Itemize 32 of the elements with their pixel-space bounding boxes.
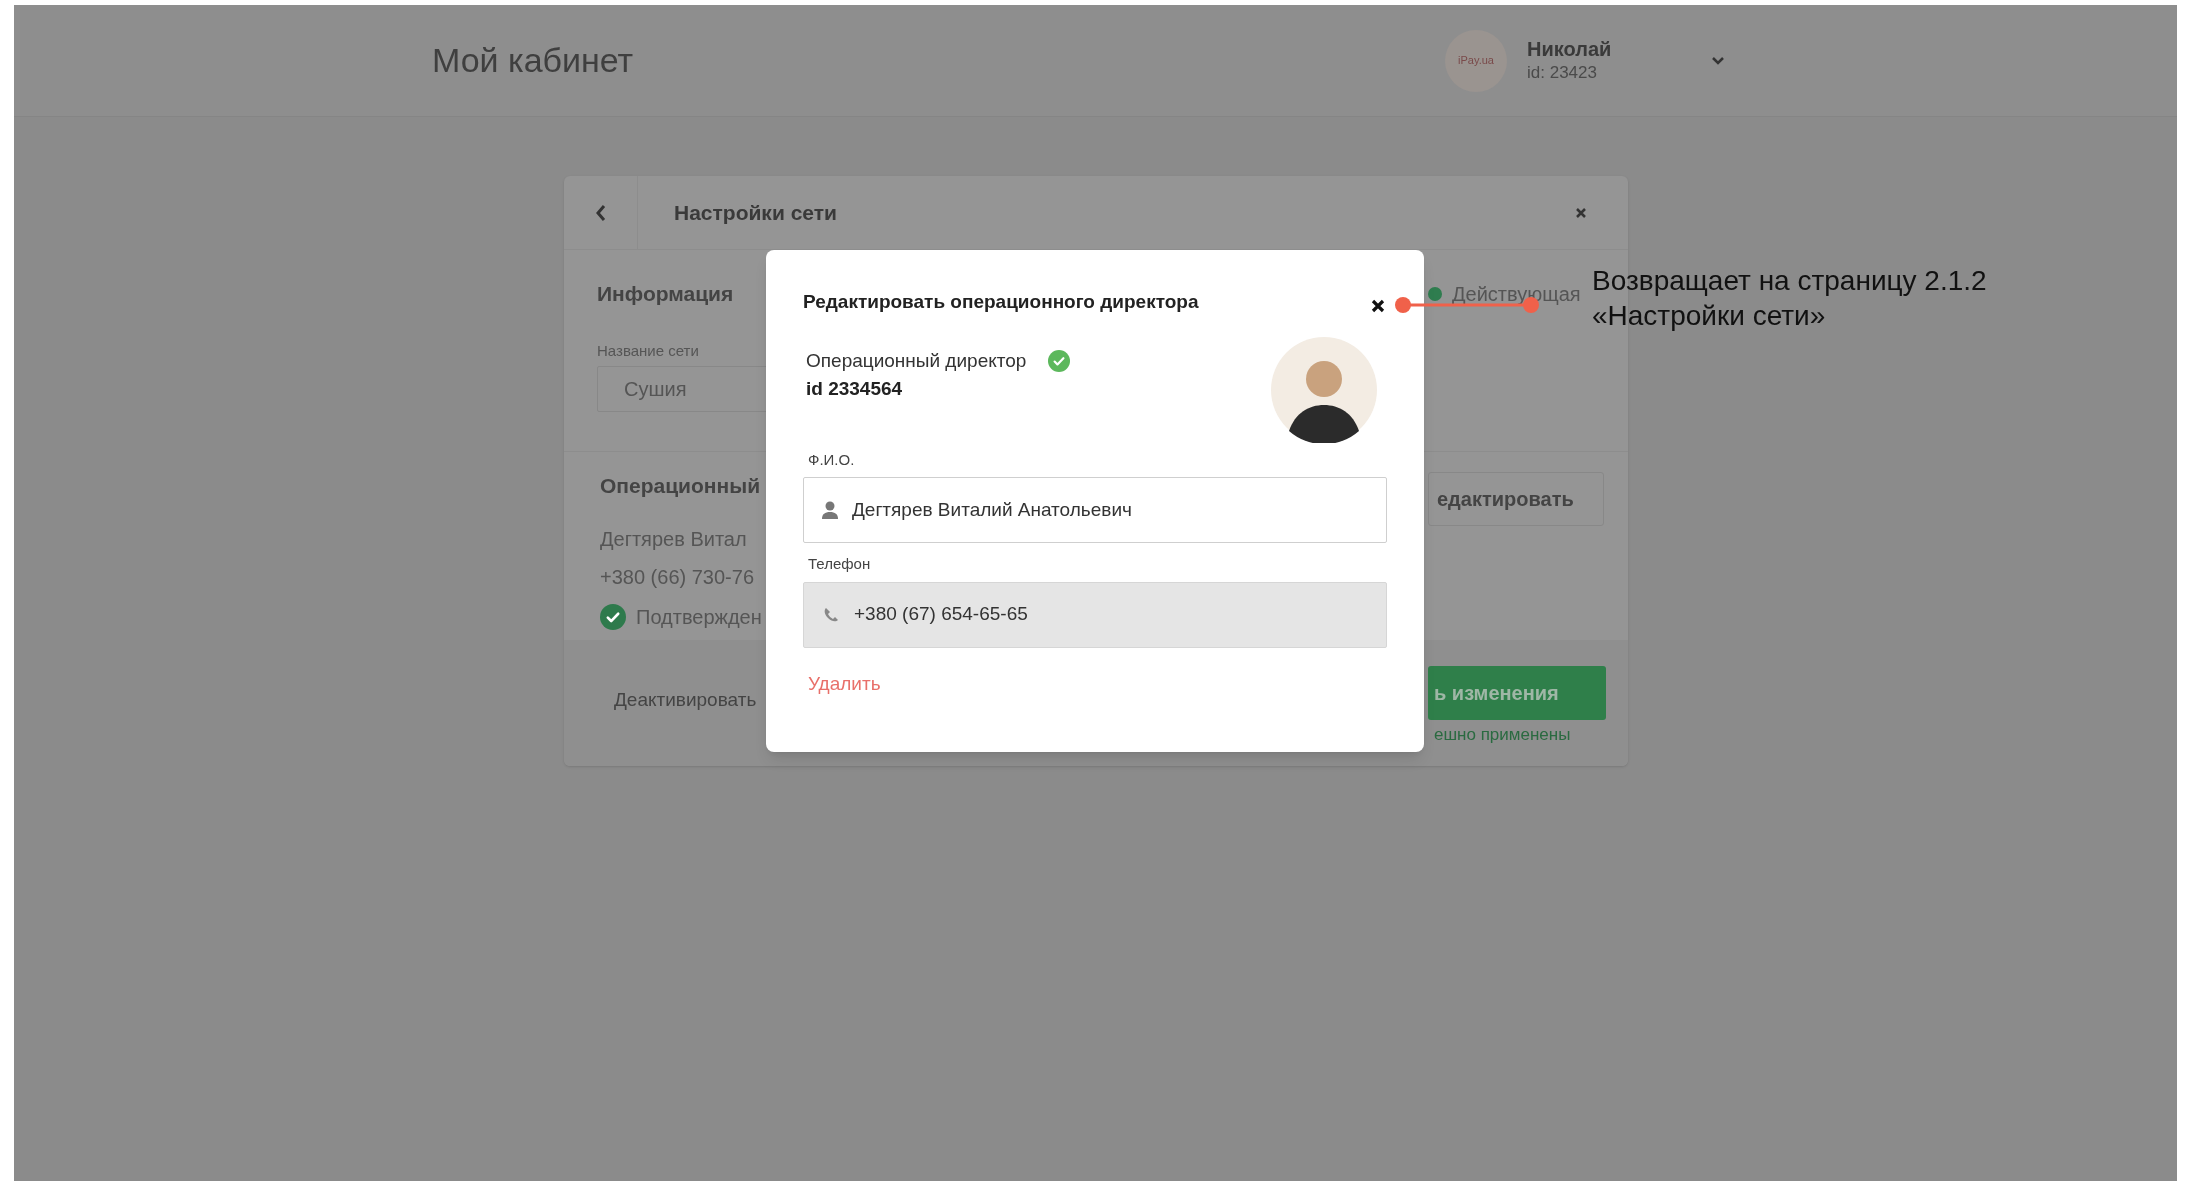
field-label: Телефон [807, 554, 872, 574]
field-label: Ф.И.О. [807, 449, 856, 470]
delete-link[interactable]: Удалить [803, 669, 1387, 698]
dialog-title: Редактировать операционного директора [803, 290, 1199, 314]
close-icon[interactable] [1370, 298, 1386, 314]
save-button[interactable]: ь изменения [1428, 666, 1606, 720]
status-text: Действующая [1452, 281, 1581, 307]
user-name: Николай [1527, 36, 1613, 61]
director-name: Дегтярев Витал [600, 526, 748, 552]
avatar-silhouette-icon [1271, 336, 1377, 443]
full-name-field[interactable]: Дегтярев Виталий Анатольевич [803, 477, 1387, 543]
user-id: id: 23423 [1527, 61, 1598, 84]
director-id: id 2334564 [806, 377, 904, 401]
user-avatar[interactable]: iPay.ua [1445, 29, 1507, 92]
field-value: +380 (67) 654-65-65 [854, 602, 1028, 627]
phone-icon [822, 605, 840, 624]
section-heading: Информация [597, 281, 734, 307]
field-value: Дегтярев Виталий Анатольевич [852, 497, 1132, 522]
page-title: Мой кабинет [432, 40, 634, 81]
annotation-text: Возвращает на страницу 2.1.2 «Настройки сети» [1592, 264, 1987, 333]
director-phone: +380 (66) 730-76 [600, 564, 755, 590]
section-heading: Операционный [600, 473, 762, 499]
person-icon [822, 501, 838, 519]
verified-label: Подтвержден [636, 604, 762, 630]
edit-button[interactable]: едактировать [1428, 472, 1604, 526]
deactivate-link[interactable]: Деактивировать [614, 686, 757, 715]
chevron-down-icon[interactable] [1711, 55, 1725, 66]
save-note: ешно применены [1433, 724, 1572, 746]
role-label: Операционный директор [806, 348, 1027, 373]
card-title: Настройки сети [674, 199, 837, 226]
chevron-left-icon [594, 203, 607, 222]
avatar-logo-text: iPay.ua [1458, 53, 1494, 69]
